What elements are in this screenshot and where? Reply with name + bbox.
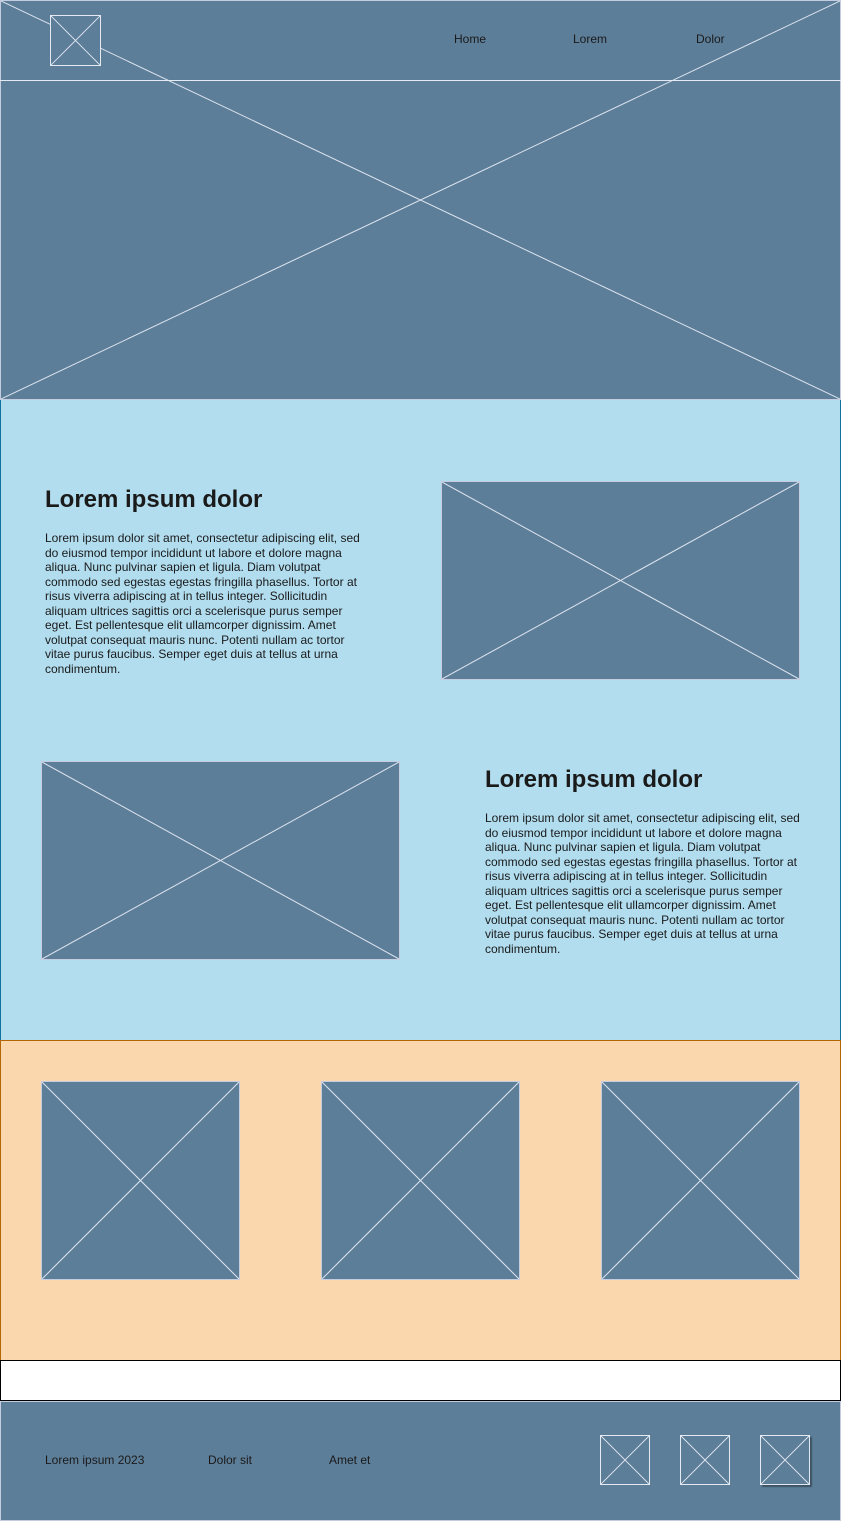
image-placeholder-icon — [51, 16, 100, 65]
social-placeholder-icon — [681, 1436, 729, 1484]
gallery-item[interactable] — [601, 1081, 800, 1280]
header-divider — [0, 80, 841, 81]
social-placeholder-icon — [761, 1436, 809, 1484]
footer-copyright[interactable]: Lorem ipsum 2023 — [45, 1453, 144, 1467]
nav-home[interactable]: Home — [454, 32, 486, 46]
image-placeholder-icon — [42, 762, 399, 959]
section-image — [41, 761, 400, 960]
nav-lorem[interactable]: Lorem — [573, 32, 607, 46]
image-placeholder-icon — [322, 1082, 519, 1279]
divider-strip — [0, 1360, 841, 1401]
image-placeholder-icon — [602, 1082, 799, 1279]
image-placeholder-icon — [1, 1, 840, 399]
social-placeholder-icon — [601, 1436, 649, 1484]
section-text: Lorem ipsum dolor sit amet, consectetur … — [45, 531, 360, 676]
hero-image — [0, 0, 841, 400]
image-placeholder-icon — [442, 482, 799, 679]
social-button[interactable] — [680, 1435, 730, 1485]
section-text: Lorem ipsum dolor sit amet, consectetur … — [485, 811, 800, 956]
nav-dolor[interactable]: Dolor — [696, 32, 725, 46]
footer-link[interactable]: Dolor sit — [208, 1453, 252, 1467]
image-placeholder-icon — [42, 1082, 239, 1279]
footer-link[interactable]: Amet et — [329, 1453, 370, 1467]
social-button[interactable] — [760, 1435, 810, 1485]
social-button[interactable] — [600, 1435, 650, 1485]
gallery-item[interactable] — [41, 1081, 240, 1280]
gallery-item[interactable] — [321, 1081, 520, 1280]
section-title: Lorem ipsum dolor — [485, 766, 703, 793]
section-image — [441, 481, 800, 680]
logo[interactable] — [50, 15, 101, 66]
section-title: Lorem ipsum dolor — [45, 486, 263, 513]
